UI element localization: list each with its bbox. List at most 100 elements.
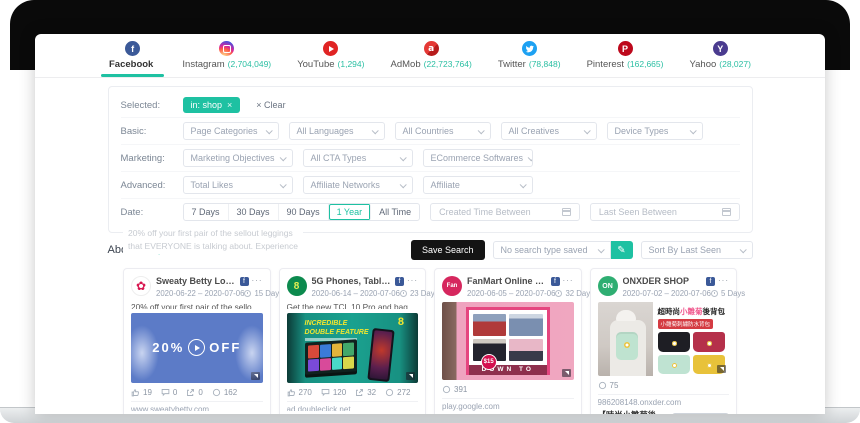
- dropdown-affiliate-networks[interactable]: Affiliate Networks: [303, 176, 413, 194]
- last-seen-between-input[interactable]: Last Seen Between: [590, 203, 740, 221]
- expand-icon[interactable]: [406, 372, 415, 380]
- calendar-icon: [722, 208, 731, 216]
- chevron-down-icon: [279, 181, 286, 188]
- comment-icon: [161, 388, 170, 397]
- tab-instagram[interactable]: Instagram(2,704,049): [178, 34, 275, 77]
- card-menu-icon[interactable]: ···: [407, 279, 418, 283]
- twitter-icon: [522, 41, 537, 56]
- dropdown-page-categories[interactable]: Page Categories: [183, 122, 279, 140]
- tab-count: (162,665): [627, 59, 663, 69]
- saved-search-dropdown[interactable]: No search type saved: [493, 241, 611, 259]
- play-icon[interactable]: [188, 339, 205, 356]
- selected-filter-tag[interactable]: in: shop ×: [183, 97, 241, 113]
- date-option-7-days[interactable]: 7 Days: [184, 204, 229, 220]
- dropdown-all-languages[interactable]: All Languages: [289, 122, 385, 140]
- check-icon: ✔: [442, 413, 449, 414]
- advertiser-name[interactable]: 5G Phones, Tablets & SIMs | ...: [312, 276, 393, 286]
- dropdown-cta-types[interactable]: All CTA Types: [303, 149, 413, 167]
- clock-icon: [400, 290, 407, 297]
- tab-facebook[interactable]: f Facebook: [105, 34, 160, 77]
- ad-date-range: 2020-06-14 – 2020-07-06: [312, 289, 400, 298]
- ad-creative-image[interactable]: DOWN TO $15: [442, 302, 574, 380]
- platform-tabbar: f Facebook Instagram(2,704,049) YouTube(…: [35, 34, 825, 78]
- pencil-icon: ✎: [617, 245, 625, 256]
- chevron-down-icon: [739, 246, 746, 253]
- advertiser-name[interactable]: ONXDER SHOP: [623, 276, 690, 286]
- share-icon: [186, 388, 195, 397]
- date-option-all-time[interactable]: All Time: [371, 204, 419, 220]
- dropdown-marketing-objectives[interactable]: Marketing Objectives: [183, 149, 293, 167]
- dropdown-affiliate[interactable]: Affiliate: [423, 176, 533, 194]
- dropdown-all-creatives[interactable]: All Creatives: [501, 122, 597, 140]
- product-collage: DOWN TO $15: [466, 307, 550, 374]
- selected-label: Selected:: [121, 100, 173, 111]
- clear-filters-link[interactable]: × Clear: [256, 100, 285, 110]
- ad-headline: 【時尚小雛菊後背包】小雛菊刺...: [598, 409, 669, 414]
- tab-admob[interactable]: a AdMob(22,723,764): [387, 34, 476, 77]
- date-option-30-days[interactable]: 30 Days: [229, 204, 279, 220]
- like-icon: [131, 388, 140, 397]
- tab-label: AdMob: [391, 59, 421, 70]
- youtube-icon: [323, 41, 338, 56]
- tag-close-icon[interactable]: ×: [227, 100, 232, 110]
- ad-description: 20% off your first pair of the sellout l…: [131, 302, 263, 309]
- tab-label: Instagram: [182, 59, 224, 70]
- sort-dropdown[interactable]: Sort By Last Seen: [641, 241, 753, 259]
- advertiser-avatar: Fan: [442, 276, 462, 296]
- ad-image-text: OFF: [209, 340, 241, 355]
- ad-image-text: INCREDIBLE DOUBLE FEATURE: [305, 319, 375, 337]
- tab-yahoo[interactable]: Y Yahoo(28,027): [686, 34, 755, 77]
- expand-icon[interactable]: [562, 369, 571, 377]
- instagram-icon: [219, 41, 234, 56]
- tab-label: Facebook: [109, 59, 153, 70]
- ad-creative-image[interactable]: INCREDIBLE DOUBLE FEATURE 8: [287, 313, 419, 383]
- card-menu-icon[interactable]: ···: [718, 279, 729, 283]
- created-time-between-input[interactable]: Created Time Between: [430, 203, 580, 221]
- tag-text: in: shop: [191, 100, 223, 110]
- chevron-down-icon: [597, 246, 604, 253]
- date-option-1-year[interactable]: 1 Year: [329, 204, 372, 220]
- edit-saved-search-button[interactable]: ✎: [611, 241, 633, 259]
- ad-domain[interactable]: ad.doubleclick.net: [287, 401, 419, 411]
- ad-date-range: 2020-07-02 – 2020-07-06: [623, 289, 711, 298]
- ad-creative-image[interactable]: 超時尚小雛菊後背包 小雛菊刺繡防水背包: [598, 302, 730, 376]
- tab-twitter[interactable]: Twitter(78,848): [494, 34, 565, 77]
- device-frame: f Facebook Instagram(2,704,049) YouTube(…: [0, 0, 860, 423]
- date-label: Date:: [121, 207, 173, 218]
- card-header: ON ONXDER SHOP f··· 2020-07-02 – 2020-07…: [598, 276, 730, 298]
- ad-creative-image[interactable]: 20% OFF: [131, 313, 263, 383]
- save-search-button[interactable]: Save Search: [411, 240, 485, 260]
- dropdown-all-countries[interactable]: All Countries: [395, 122, 491, 140]
- advertiser-avatar: 8: [287, 276, 307, 296]
- stat-comments: 120: [321, 388, 346, 397]
- views-icon: [442, 385, 451, 394]
- cta-button[interactable]: Learn More: [672, 413, 729, 414]
- expand-icon[interactable]: [717, 365, 726, 373]
- promo-tag: 小雛菊刺繡防水背包: [658, 319, 714, 329]
- card-menu-icon[interactable]: ···: [252, 279, 263, 283]
- chevron-down-icon: [689, 127, 696, 134]
- stat-views: 272: [385, 388, 410, 397]
- ad-domain[interactable]: play.google.com: [442, 398, 574, 411]
- advertiser-name[interactable]: FanMart Online Shopping - F...: [467, 276, 548, 286]
- advertiser-avatar: ON: [598, 276, 618, 296]
- ad-date-range: 2020-06-22 – 2020-07-06: [156, 289, 244, 298]
- ad-domain[interactable]: 986208148.onxder.com: [598, 394, 730, 407]
- chevron-down-icon: [528, 154, 533, 161]
- expand-icon[interactable]: [251, 372, 260, 380]
- dropdown-device-types[interactable]: Device Types: [607, 122, 703, 140]
- ad-description: Get the new TCL 10 Pro and bag a free TC…: [287, 302, 419, 309]
- card-footer: Use code: POWER20 Shop Now Shop Now: [131, 413, 263, 414]
- dropdown-total-likes[interactable]: Total Likes: [183, 176, 293, 194]
- tab-label: Yahoo: [690, 59, 717, 70]
- marketing-filters-row: Marketing: Marketing Objectives All CTA …: [121, 145, 740, 172]
- tab-youtube[interactable]: YouTube(1,294): [293, 34, 368, 77]
- dropdown-ecommerce-softwares[interactable]: ECommerce Softwares: [423, 149, 533, 167]
- tab-pinterest[interactable]: P Pinterest(162,665): [583, 34, 668, 77]
- tab-count: (22,723,764): [424, 59, 472, 69]
- ad-domain[interactable]: www.sweatybetty.com: [131, 401, 263, 411]
- ad-image-text: 20%: [152, 340, 184, 355]
- advertiser-name[interactable]: Sweaty Betty London | Wom...: [156, 276, 237, 286]
- date-option-90-days[interactable]: 90 Days: [279, 204, 329, 220]
- card-menu-icon[interactable]: ···: [563, 279, 574, 283]
